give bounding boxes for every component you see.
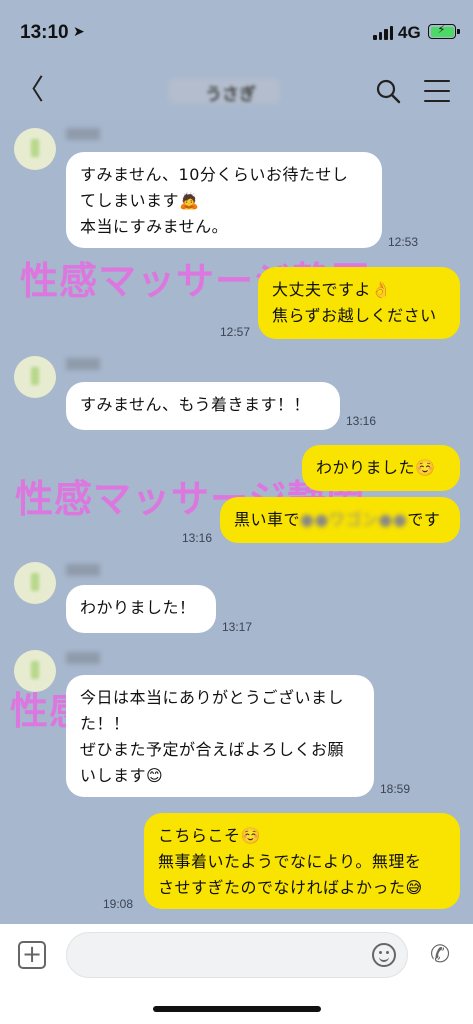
home-indicator [153,1006,321,1012]
chat-title[interactable]: うさぎ [205,80,256,105]
back-chevron-icon[interactable]: 〈 [16,76,44,104]
sender-name-redacted [66,652,100,664]
chat-header: 〈 うさぎ [0,64,473,120]
message-bubble-incoming[interactable]: 今日は本当にありがとうございまし た！！ ぜひまた予定が合えばよろしくお願 いし… [66,675,374,797]
sender-name-redacted [66,128,100,140]
message-text: です [407,510,441,529]
sender-name-redacted [66,358,100,370]
message-bubble-incoming[interactable]: わかりました！ [66,585,216,633]
network-type: 4G [398,23,421,42]
plus-icon[interactable]: + [18,941,46,969]
message-bubble-outgoing[interactable]: 大丈夫ですよ👌 焦らずお越しください [258,267,460,339]
phone-icon[interactable]: ✆ [430,940,450,968]
search-icon[interactable] [375,78,401,104]
message-timestamp: 13:16 [182,531,213,545]
message-bubble-incoming[interactable]: すみません、10分くらいお待たせし てしまいます🙇 本当にすみません。 [66,152,382,248]
message-timestamp: 19:08 [103,897,134,911]
message-timestamp: 13:17 [222,620,253,634]
contact-avatar[interactable] [14,650,56,692]
message-timestamp: 12:53 [388,235,419,249]
sender-name-redacted [66,564,100,576]
battery-tip [457,29,460,34]
battery-icon: ⚡ [428,22,456,39]
message-timestamp: 18:59 [380,782,411,796]
redacted-text: ●●ワゴン●● [300,510,408,529]
message-text: 黒い車で [234,510,301,529]
message-bubble-outgoing[interactable]: わかりました☺️ [302,445,460,491]
cellular-signal-icon [373,26,393,40]
message-bubble-outgoing[interactable]: 黒い車で●●ワゴン●●です [220,497,460,543]
message-bubble-incoming[interactable]: すみません、もう着きます！！ [66,382,340,430]
message-bubble-outgoing[interactable]: こちらこそ☺️ 無事着いたようでなにより。無理を させすぎたのでなければよかった… [144,813,460,909]
smiley-icon[interactable] [372,943,396,967]
contact-avatar[interactable] [14,562,56,604]
contact-avatar[interactable] [14,356,56,398]
status-time: 13:10 [20,22,69,43]
hamburger-menu-icon[interactable] [424,80,450,102]
message-timestamp: 13:16 [346,414,377,428]
charging-bolt-icon: ⚡ [437,22,446,36]
location-arrow-icon: ➤ [73,24,85,40]
message-input[interactable] [66,932,408,978]
status-bar: 13:10 ➤ 4G ⚡ [0,0,473,64]
message-timestamp: 12:57 [220,325,251,339]
top-bar: 13:10 ➤ 4G ⚡ 〈 うさぎ [0,0,473,120]
contact-avatar[interactable] [14,128,56,170]
